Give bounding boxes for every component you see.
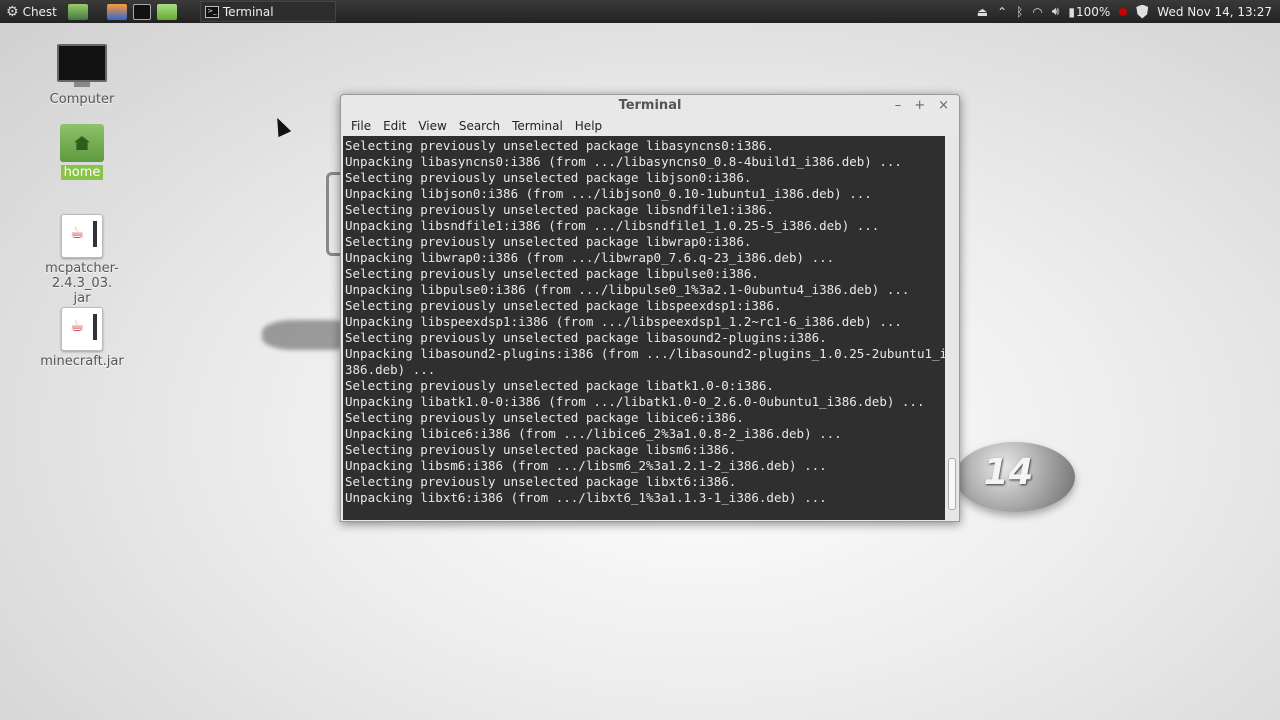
wifi-icon[interactable]: ◠: [1032, 5, 1042, 19]
wallpaper-shadow: [262, 320, 342, 350]
terminal-line: Selecting previously unselected package …: [345, 202, 774, 217]
terminal-line: Unpacking libspeexdsp1:i386 (from .../li…: [345, 314, 902, 329]
terminal-text: Selecting previously unselected package …: [343, 136, 945, 506]
minimize-icon[interactable]: –: [895, 95, 902, 117]
terminal-line: Selecting previously unselected package …: [345, 298, 782, 313]
desktop-icon-label: home: [60, 165, 104, 180]
terminal-line: Unpacking libasyncns0:i386 (from .../lib…: [345, 154, 902, 169]
volume-icon[interactable]: 🔊︎: [1052, 4, 1060, 19]
battery-percent[interactable]: 100%: [1076, 5, 1110, 19]
terminal-line: Selecting previously unselected package …: [345, 234, 752, 249]
bluetooth-icon[interactable]: ᛒ: [1016, 5, 1023, 19]
terminal-line: 386.deb) ...: [345, 362, 436, 377]
top-panel: ⚙ Chest >_ Terminal ⏏ ⌃ ᛒ ◠ 🔊︎ ▮ 100% We…: [0, 0, 1280, 23]
firefox-launcher[interactable]: [106, 3, 127, 20]
menu-file[interactable]: File: [345, 117, 377, 135]
mouse-pointer-icon: [270, 114, 292, 138]
terminal-line: Selecting previously unselected package …: [345, 474, 737, 489]
terminal-line: Selecting previously unselected package …: [345, 266, 759, 281]
terminal-line: Selecting previously unselected package …: [345, 138, 774, 153]
terminal-line: Selecting previously unselected package …: [345, 378, 774, 393]
desktop-icon-label: minecraft.jar: [40, 354, 124, 369]
window-controls: – + ×: [895, 95, 949, 117]
desktop-icon-minecraft[interactable]: ☕︎ minecraft.jar: [17, 307, 147, 369]
home-folder-icon: [60, 124, 104, 162]
desktop-icon-label: mcpatcher-2.4.3_03.: [45, 261, 119, 291]
close-icon[interactable]: ×: [938, 95, 949, 117]
terminal-line: Unpacking libpulse0:i386 (from .../libpu…: [345, 282, 910, 297]
desktop-icon-label: Computer: [49, 92, 115, 107]
record-indicator-icon: [1119, 7, 1128, 16]
terminal-line: Selecting previously unselected package …: [345, 410, 744, 425]
menu-search[interactable]: Search: [453, 117, 506, 135]
window-titlebar[interactable]: Terminal – + ×: [341, 95, 959, 117]
menu-terminal[interactable]: Terminal: [506, 117, 569, 135]
window-title: Terminal: [618, 98, 682, 113]
clock[interactable]: Wed Nov 14, 13:27: [1157, 5, 1272, 19]
mint-14-logo: 14: [955, 442, 1075, 512]
shield-icon[interactable]: [1136, 4, 1149, 19]
desktop-icon-label-line2: jar: [73, 291, 91, 306]
chevron-up-icon[interactable]: ⌃: [997, 5, 1007, 19]
menu-edit[interactable]: Edit: [377, 117, 412, 135]
desktop-icon-computer[interactable]: Computer: [17, 44, 147, 107]
terminal-line: Selecting previously unselected package …: [345, 170, 752, 185]
system-tray: ⏏ ⌃ ᛒ ◠ 🔊︎ ▮ 100% Wed Nov 14, 13:27: [977, 0, 1272, 23]
menu-help[interactable]: Help: [569, 117, 608, 135]
menu-view[interactable]: View: [412, 117, 452, 135]
menu-bar: File Edit View Search Terminal Help: [341, 117, 959, 135]
terminal-line: Unpacking libxt6:i386 (from .../libxt6_1…: [345, 490, 827, 505]
scrollbar-thumb[interactable]: [948, 458, 956, 510]
gear-icon: ⚙: [6, 3, 19, 20]
desktop-icon-home[interactable]: home: [17, 124, 147, 180]
terminal-line: Unpacking libsndfile1:i386 (from .../lib…: [345, 218, 880, 233]
terminal-line: Unpacking libwrap0:i386 (from .../libwra…: [345, 250, 835, 265]
files-launcher[interactable]: [156, 3, 177, 20]
eject-icon[interactable]: ⏏: [977, 5, 988, 19]
battery-icon[interactable]: ▮: [1068, 5, 1075, 19]
maximize-icon[interactable]: +: [914, 95, 925, 117]
desktop-icon-mcpatcher[interactable]: ☕︎ mcpatcher-2.4.3_03. jar: [17, 214, 147, 306]
computer-icon: [57, 44, 107, 87]
terminal-line: Unpacking libatk1.0-0:i386 (from .../lib…: [345, 394, 925, 409]
terminal-window[interactable]: Terminal – + × File Edit View Search Ter…: [340, 94, 960, 522]
main-menu-button[interactable]: ⚙ Chest: [0, 0, 65, 23]
terminal-line: Unpacking libice6:i386 (from .../libice6…: [345, 426, 842, 441]
terminal-output[interactable]: Selecting previously unselected package …: [343, 136, 945, 520]
logo-text: 14: [979, 452, 1037, 493]
taskbar-terminal-button[interactable]: >_ Terminal: [199, 1, 336, 22]
terminal-scrollbar[interactable]: [945, 136, 959, 520]
main-menu-label: Chest: [22, 4, 57, 19]
terminal-line: Unpacking libsm6:i386 (from .../libsm6_2…: [345, 458, 827, 473]
terminal-line: Selecting previously unselected package …: [345, 442, 737, 457]
show-desktop-launcher[interactable]: [67, 3, 88, 20]
terminal-line: Selecting previously unselected package …: [345, 330, 827, 345]
terminal-line: Unpacking libjson0:i386 (from .../libjso…: [345, 186, 872, 201]
terminal-launcher[interactable]: [132, 3, 151, 20]
terminal-icon: >_: [204, 5, 219, 18]
java-jar-icon: ☕︎: [61, 307, 103, 351]
terminal-line: Unpacking libasound2-plugins:i386 (from …: [345, 346, 945, 361]
taskbar-terminal-label: Terminal: [222, 4, 274, 19]
java-jar-icon: ☕︎: [61, 214, 103, 258]
